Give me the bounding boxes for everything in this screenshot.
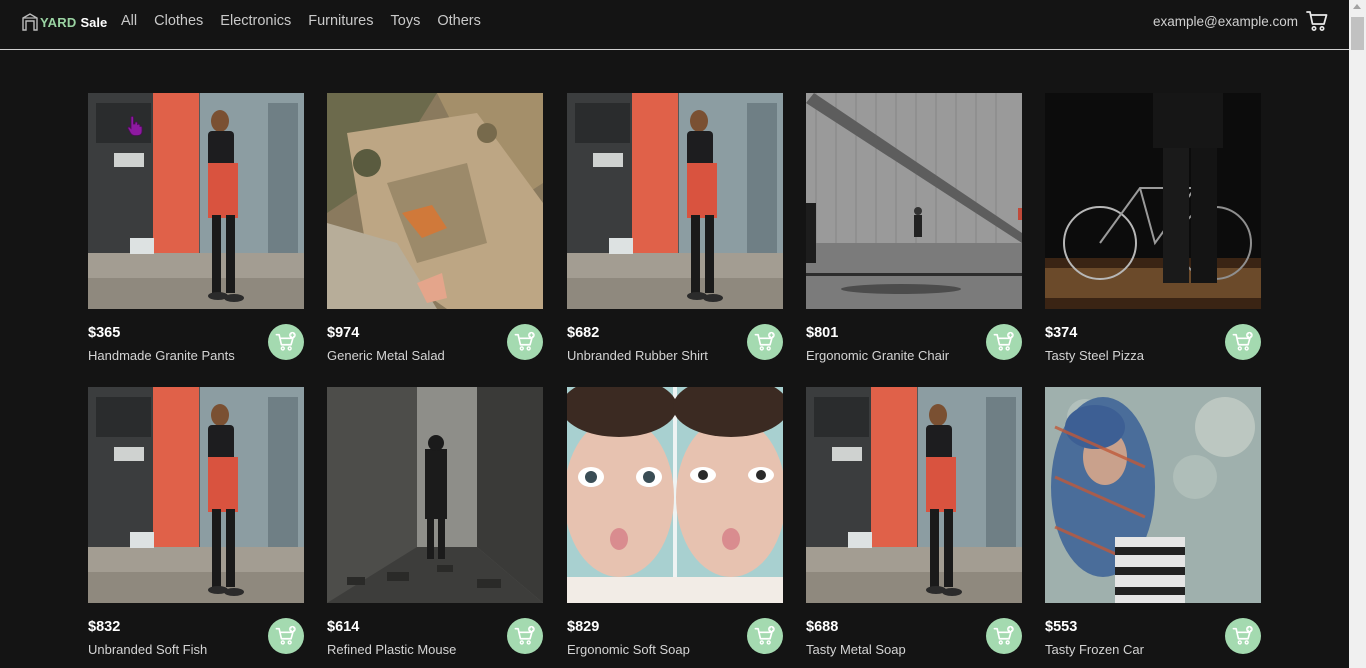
- top-navbar: YARD Sale All Clothes Electronics Furnit…: [0, 0, 1349, 50]
- product-name: Tasty Frozen Car: [1045, 642, 1144, 657]
- add-to-cart-icon: [514, 625, 535, 645]
- product-card[interactable]: $688 Tasty Metal Soap: [806, 387, 1022, 657]
- product-price: $832: [88, 619, 121, 635]
- nav-link-electronics[interactable]: Electronics: [220, 13, 291, 29]
- scroll-up-arrow-icon[interactable]: [1353, 4, 1361, 9]
- add-to-cart-icon: [275, 625, 296, 645]
- hand-cursor-icon: [127, 116, 143, 136]
- product-card[interactable]: $553 Tasty Frozen Car: [1045, 387, 1261, 657]
- product-price: $682: [567, 325, 600, 341]
- add-to-cart-button[interactable]: [507, 618, 543, 654]
- product-price: $374: [1045, 325, 1078, 341]
- product-name: Tasty Steel Pizza: [1045, 348, 1144, 363]
- product-card[interactable]: $829 Ergonomic Soft Soap: [567, 387, 783, 657]
- add-to-cart-icon: [514, 331, 535, 351]
- product-card[interactable]: $365 Handmade Granite Pants: [88, 93, 304, 363]
- add-to-cart-icon: [1232, 331, 1253, 351]
- product-image[interactable]: [1045, 387, 1261, 603]
- product-card[interactable]: $374 Tasty Steel Pizza: [1045, 93, 1261, 363]
- product-card[interactable]: $832 Unbranded Soft Fish: [88, 387, 304, 657]
- brand-name-sale: Sale: [80, 14, 108, 30]
- scrollbar-thumb[interactable]: [1351, 17, 1364, 50]
- product-card[interactable]: $801 Ergonomic Granite Chair: [806, 93, 1022, 363]
- product-price: $688: [806, 619, 839, 635]
- product-card[interactable]: $682 Unbranded Rubber Shirt: [567, 93, 783, 363]
- brand-logo[interactable]: YARD Sale: [22, 12, 107, 32]
- nav-link-all[interactable]: All: [121, 13, 137, 29]
- product-name: Handmade Granite Pants: [88, 348, 235, 363]
- product-price: $614: [327, 619, 360, 635]
- user-email[interactable]: example@example.com: [1153, 14, 1298, 29]
- nav-link-clothes[interactable]: Clothes: [154, 13, 203, 29]
- product-name: Ergonomic Soft Soap: [567, 642, 690, 657]
- brand-name-yard: YARD: [40, 14, 77, 30]
- product-name: Unbranded Rubber Shirt: [567, 348, 708, 363]
- shopping-cart-icon[interactable]: [1305, 9, 1329, 33]
- add-to-cart-button[interactable]: [1225, 324, 1261, 360]
- product-name: Generic Metal Salad: [327, 348, 445, 363]
- product-name: Ergonomic Granite Chair: [806, 348, 950, 363]
- add-to-cart-icon: [754, 625, 775, 645]
- product-card[interactable]: $974 Generic Metal Salad: [327, 93, 543, 363]
- product-image[interactable]: [567, 387, 783, 603]
- add-to-cart-button[interactable]: [1225, 618, 1261, 654]
- product-image[interactable]: [88, 93, 304, 309]
- product-image[interactable]: [88, 387, 304, 603]
- vertical-scrollbar[interactable]: [1349, 0, 1366, 668]
- add-to-cart-button[interactable]: [986, 324, 1022, 360]
- add-to-cart-button[interactable]: [747, 618, 783, 654]
- product-image[interactable]: [1045, 93, 1261, 309]
- nav-link-others[interactable]: Others: [437, 13, 481, 29]
- product-name: Refined Plastic Mouse: [327, 642, 457, 657]
- product-price: $801: [806, 325, 839, 341]
- product-image[interactable]: [327, 387, 543, 603]
- add-to-cart-icon: [993, 331, 1014, 351]
- store-icon: [22, 13, 38, 31]
- product-price: $974: [327, 325, 360, 341]
- add-to-cart-button[interactable]: [747, 324, 783, 360]
- nav-link-toys[interactable]: Toys: [391, 13, 421, 29]
- product-image[interactable]: [806, 387, 1022, 603]
- product-name: Unbranded Soft Fish: [88, 642, 208, 657]
- product-name: Tasty Metal Soap: [806, 642, 906, 657]
- category-nav: All Clothes Electronics Furnitures Toys …: [121, 13, 498, 29]
- add-to-cart-button[interactable]: [507, 324, 543, 360]
- add-to-cart-icon: [993, 625, 1014, 645]
- product-image[interactable]: [327, 93, 543, 309]
- nav-link-furnitures[interactable]: Furnitures: [308, 13, 373, 29]
- add-to-cart-button[interactable]: [268, 618, 304, 654]
- add-to-cart-icon: [1232, 625, 1253, 645]
- product-price: $553: [1045, 619, 1078, 635]
- add-to-cart-button[interactable]: [986, 618, 1022, 654]
- product-image[interactable]: [567, 93, 783, 309]
- product-image[interactable]: [806, 93, 1022, 309]
- add-to-cart-icon: [275, 331, 296, 351]
- add-to-cart-icon: [754, 331, 775, 351]
- product-price: $829: [567, 619, 600, 635]
- product-price: $365: [88, 325, 121, 341]
- product-card[interactable]: $614 Refined Plastic Mouse: [327, 387, 543, 657]
- add-to-cart-button[interactable]: [268, 324, 304, 360]
